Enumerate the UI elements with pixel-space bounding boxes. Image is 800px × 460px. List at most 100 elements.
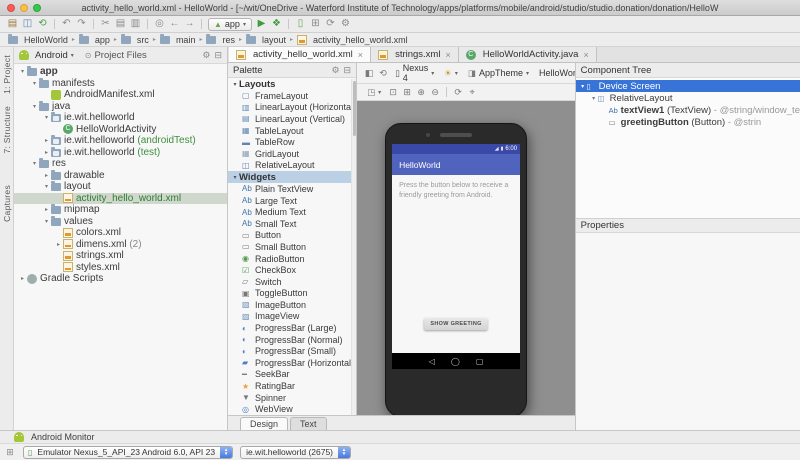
palette-item[interactable]: ▭ Button [228, 230, 356, 242]
component-tree-row[interactable]: ▾ ▯ Device Screen [575, 80, 800, 92]
palette-item[interactable]: Ab Small Text [228, 218, 356, 230]
device-selector[interactable]: ▯ Nexus 4 ▾ [395, 63, 434, 83]
zoom-window-button[interactable] [33, 4, 41, 12]
paste-icon[interactable]: ▥ [128, 16, 143, 32]
palette-section-layouts[interactable]: ▾ Layouts [228, 78, 356, 90]
process-combo[interactable]: ie.wit.helloworld (2675) ▲ ▼ [240, 445, 352, 459]
design-canvas[interactable]: ◢ ▮ 6:00 HelloWorld Press the button bel… [357, 101, 575, 415]
debug-button[interactable]: ❖ [269, 16, 284, 32]
run-button[interactable]: ▶ [254, 16, 269, 32]
palette-item[interactable]: ▨ ImageButton [228, 299, 356, 311]
cut-icon[interactable]: ✂ [98, 16, 113, 32]
gradle-sync-icon[interactable]: ⟳ [323, 16, 338, 32]
project-view-selector[interactable]: Android [35, 50, 68, 61]
breadcrumb-item[interactable]: activity_hello_world.xml [297, 34, 408, 45]
palette-item[interactable]: ▦ TableLayout [228, 125, 356, 137]
breadcrumb-item[interactable]: layout [246, 34, 286, 45]
project-tree-row[interactable]: activity_hello_world.xml [14, 192, 227, 204]
close-tab-icon[interactable]: × [358, 50, 363, 60]
sdk-manager-icon[interactable]: ⊞ [308, 16, 323, 32]
project-tree-row[interactable]: ▸ mipmap [14, 204, 227, 216]
zoom-mode-selector[interactable]: ◳ ▾ [367, 87, 381, 98]
palette-item[interactable]: ◐ ProgressBar (Small) [228, 345, 356, 357]
project-tree-row[interactable]: ▸ Gradle Scripts [14, 273, 227, 285]
project-files-tab[interactable]: ⊙ Project Files [85, 50, 147, 61]
zoom-out-icon[interactable]: ⊖ [428, 84, 442, 100]
breadcrumb-item[interactable]: main [159, 34, 195, 45]
zoom-actual-icon[interactable]: ⊞ [400, 84, 414, 100]
minimize-icon[interactable]: ⊟ [344, 65, 352, 76]
gear-icon[interactable]: ⚙ [331, 65, 339, 76]
project-tree-row[interactable]: ▾ res [14, 158, 227, 170]
palette-item[interactable]: ▣ ToggleButton [228, 288, 356, 300]
palette-item[interactable]: ▦ GridLayout [228, 148, 356, 160]
refresh-icon[interactable]: ⟳ [451, 84, 465, 100]
project-tree-row[interactable]: ▾ ie.wit.helloworld [14, 112, 227, 124]
palette-item[interactable]: ▥ LinearLayout (Horizontal) [228, 102, 356, 114]
forward-arrow-icon[interactable]: → [182, 16, 197, 32]
project-tree-row[interactable]: HelloWorldActivity [14, 124, 227, 136]
tool-window-button[interactable]: Captures [2, 185, 12, 222]
breadcrumb-item[interactable]: src [120, 34, 149, 45]
editor-tab[interactable]: HelloWorldActivity.java × [458, 47, 597, 62]
minimize-window-button[interactable] [20, 4, 28, 12]
settings-icon[interactable]: ⚙ [202, 50, 210, 61]
palette-item[interactable]: Ab Medium Text [228, 206, 356, 218]
palette-item[interactable]: ▼ Spinner [228, 392, 356, 404]
emulator-device-combo[interactable]: ▯ Emulator Nexus_5_API_23 Android 6.0, A… [23, 445, 234, 459]
layout-variant-icon[interactable]: ◧ [362, 65, 376, 81]
component-tree-row[interactable]: ▾ ◫ RelativeLayout [576, 92, 800, 104]
breadcrumb-item[interactable]: app [78, 34, 110, 45]
copy-icon[interactable]: ▤ [113, 16, 128, 32]
palette-item[interactable]: ◐ ProgressBar (Normal) [228, 334, 356, 346]
open-icon[interactable]: ▤ [5, 16, 20, 32]
editor-mode-tab-text[interactable]: Text [290, 417, 327, 430]
palette-item[interactable]: ▱ Switch [228, 276, 356, 288]
palette-item[interactable]: ◫ RelativeLayout [228, 160, 356, 172]
project-tree-row[interactable]: ▸ ie.wit.helloworld (test) [14, 146, 227, 159]
preview-greeting-textview[interactable]: Press the button below to receive a frie… [399, 181, 513, 201]
palette-item[interactable]: ▰ ProgressBar (Horizontal) [228, 357, 356, 369]
palette-item[interactable]: ▤ LinearLayout (Vertical) [228, 113, 356, 125]
project-tree-row[interactable]: ▾ java [14, 100, 227, 113]
breadcrumb-item[interactable]: HelloWorld [8, 34, 68, 45]
settings-icon[interactable]: ⚙ [338, 16, 353, 32]
find-icon[interactable]: ◎ [152, 16, 167, 32]
palette-item[interactable]: ◎ WebView [228, 403, 356, 415]
project-tree-row[interactable]: ▾ layout [14, 181, 227, 193]
orientation-icon[interactable]: ⟲ [376, 65, 390, 81]
render-options-icon[interactable]: ⌖ [465, 84, 479, 100]
editor-tab[interactable]: strings.xml × [371, 47, 459, 62]
project-tree-row[interactable]: styles.xml [14, 262, 227, 274]
save-all-icon[interactable]: ◫ [20, 16, 35, 32]
palette-item[interactable]: Ab Large Text [228, 195, 356, 207]
palette-section-widgets[interactable]: ▾ Widgets [228, 171, 357, 184]
device-screen-preview[interactable]: ◢ ▮ 6:00 HelloWorld Press the button bel… [392, 144, 521, 369]
android-monitor-bar[interactable]: Android Monitor [0, 430, 800, 443]
project-tree-row[interactable]: strings.xml [14, 250, 227, 262]
palette-item[interactable]: ◉ RadioButton [228, 253, 356, 265]
tool-window-button[interactable]: 7: Structure [2, 106, 12, 154]
component-tree-row[interactable]: ▭ greetingButton (Button) - @strin [576, 116, 800, 128]
palette-item[interactable]: Ab Plain TextView [228, 183, 356, 195]
palette-scrollbar[interactable] [351, 79, 357, 415]
project-tree-row[interactable]: ▸ dimens.xml (2) [14, 239, 227, 251]
palette-item[interactable]: ◐ ProgressBar (Large) [228, 322, 356, 334]
collapse-all-icon[interactable]: ⊟ [214, 50, 222, 61]
project-tree-row[interactable]: ▾ values [14, 215, 227, 228]
zoom-fit-icon[interactable]: ⊡ [386, 84, 400, 100]
editor-tab[interactable]: activity_hello_world.xml × [229, 47, 372, 62]
close-tab-icon[interactable]: × [445, 50, 450, 60]
project-tree-row[interactable]: ▾ app [14, 66, 227, 78]
palette-item[interactable]: ★ RatingBar [228, 380, 356, 392]
palette-item[interactable]: ▭ Small Button [228, 241, 356, 253]
toolwindow-grid-icon[interactable]: ⊞ [4, 447, 16, 458]
preview-show-greeting-button[interactable]: SHOW GREETING [424, 318, 488, 330]
project-tree-row[interactable]: ▸ ie.wit.helloworld (androidTest) [14, 135, 227, 147]
palette-item[interactable]: ━ SeekBar [228, 369, 356, 381]
redo-icon[interactable]: ↷ [74, 16, 89, 32]
zoom-in-icon[interactable]: ⊕ [414, 84, 428, 100]
avd-manager-icon[interactable]: ▯ [293, 16, 308, 32]
back-arrow-icon[interactable]: ← [167, 16, 182, 32]
theme-selector[interactable]: ◨ AppTheme ▾ [468, 68, 529, 79]
